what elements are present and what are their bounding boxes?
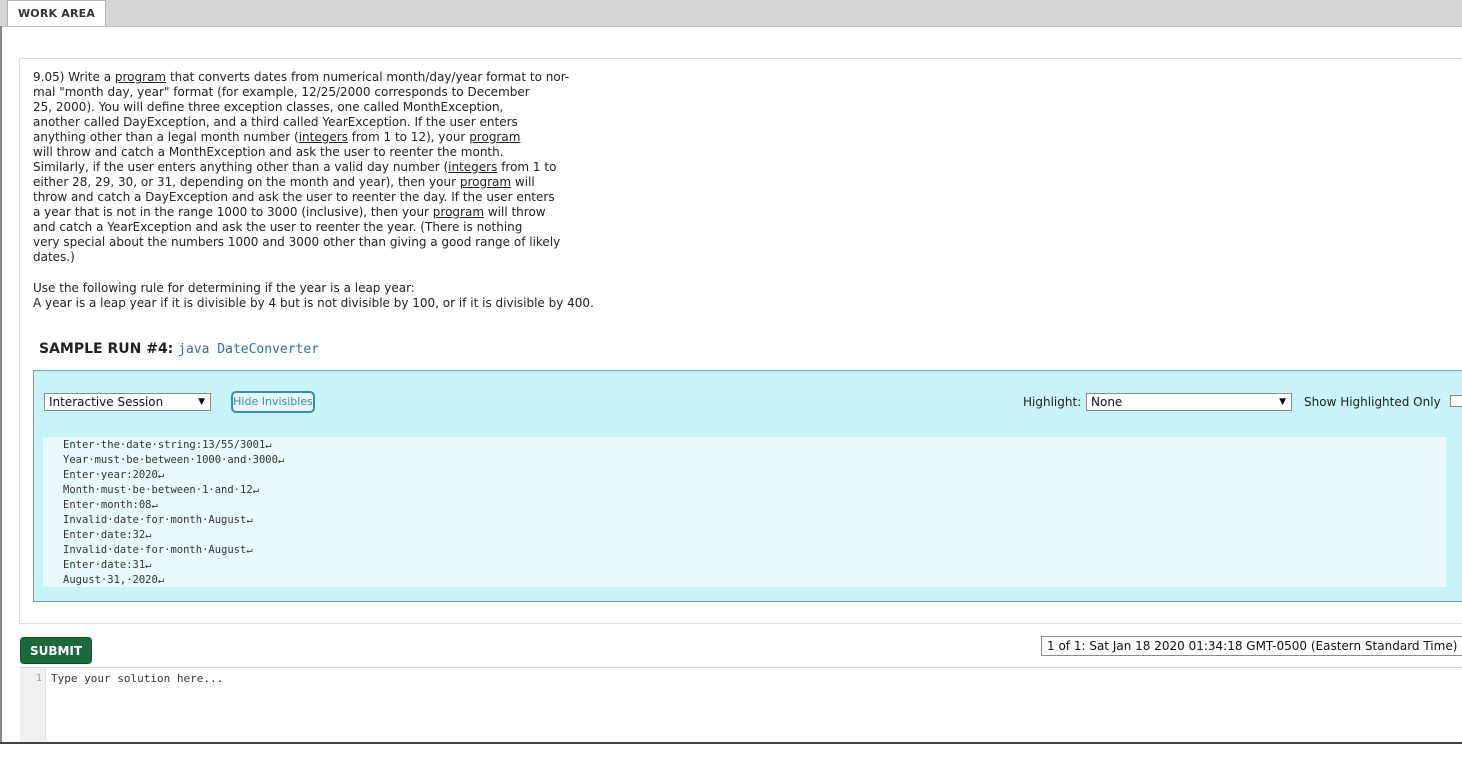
session-mode-value: Interactive Session: [49, 395, 163, 409]
hide-invisibles-button[interactable]: Hide Invisibles: [231, 391, 315, 413]
line-number: 1: [20, 673, 42, 684]
session-mode-select[interactable]: Interactive Session ▼: [44, 393, 211, 411]
problem-text: a year that is not in the range 1000 to …: [33, 205, 433, 219]
show-highlighted-label: Show Highlighted Only: [1304, 394, 1441, 410]
console-line: Month·must·be·between·1·and·12↵: [63, 484, 259, 496]
triangle-down-icon: ▼: [1279, 394, 1286, 410]
submit-button[interactable]: SUBMIT: [20, 637, 92, 664]
console-line: Invalid·date·for·month·August↵: [63, 514, 253, 526]
console-line: Year·must·be·between·1000·and·3000↵: [63, 454, 284, 466]
problem-text: from 1 to: [497, 160, 556, 174]
sample-run-heading: SAMPLE RUN #4: java DateConverter: [39, 341, 319, 357]
problem-text: 25, 2000). You will define three excepti…: [33, 100, 503, 114]
problem-text: very special about the numbers 1000 and …: [33, 235, 560, 249]
console-line: Enter·month:08↵: [63, 499, 158, 511]
console-line: Enter·the·date·string:13/55/3001↵: [63, 439, 272, 451]
problem-text: that converts dates from numerical month…: [166, 70, 569, 84]
problem-text: will throw and catch a MonthException an…: [33, 145, 504, 159]
sample-run-command: java DateConverter: [178, 342, 319, 357]
frame-bottom-border: [0, 742, 1462, 744]
console-line: Enter·date:32↵: [63, 529, 152, 541]
problem-text: another called DayException, and a third…: [33, 115, 518, 129]
leap-year-rule: Use the following rule for determining i…: [33, 281, 594, 311]
problem-text: throw and catch a DayException and ask t…: [33, 190, 555, 204]
rule-text: Use the following rule for determining i…: [33, 281, 415, 295]
program-link[interactable]: program: [469, 130, 520, 144]
problem-text: and catch a YearException and ask the us…: [33, 220, 522, 234]
highlight-select[interactable]: None ▼: [1086, 393, 1292, 411]
console-line: Enter·date:31↵: [63, 559, 152, 571]
problem-text: either 28, 29, 30, or 31, depending on t…: [33, 175, 460, 189]
highlight-value: None: [1091, 395, 1122, 409]
code-editor[interactable]: [20, 667, 1462, 743]
problem-statement: 9.05) Write a program that converts date…: [33, 70, 633, 265]
console-lines: Enter·the·date·string:13/55/3001↵ Year·m…: [63, 438, 284, 588]
problem-text: will: [511, 175, 535, 189]
show-highlighted-checkbox[interactable]: [1450, 395, 1462, 407]
problem-text: will throw: [484, 205, 546, 219]
sample-run-label: SAMPLE RUN #4:: [39, 341, 178, 357]
triangle-down-icon: ▼: [198, 394, 205, 410]
problem-text: anything other than a legal month number…: [33, 130, 299, 144]
console-line: Enter·year:2020↵: [63, 469, 164, 481]
problem-text: from 1 to 12), your: [348, 130, 469, 144]
rule-text: A year is a leap year if it is divisible…: [33, 296, 594, 310]
program-link[interactable]: program: [460, 175, 511, 189]
problem-text: Similarly, if the user enters anything o…: [33, 160, 448, 174]
integers-link[interactable]: integers: [299, 130, 348, 144]
submission-history-select[interactable]: 1 of 1: Sat Jan 18 2020 01:34:18 GMT-050…: [1041, 636, 1462, 656]
highlight-label: Highlight:: [1023, 394, 1081, 410]
problem-text: mal "month day, year" format (for exampl…: [33, 85, 530, 99]
editor-placeholder: Type your solution here...: [51, 672, 223, 685]
tab-work-area[interactable]: WORK AREA: [7, 0, 106, 26]
integers-link[interactable]: integers: [448, 160, 497, 174]
problem-text: dates.): [33, 250, 75, 264]
console-line: Invalid·date·for·month·August↵: [63, 544, 253, 556]
top-tab-bar: [0, 0, 1462, 27]
problem-text: 9.05) Write a: [33, 70, 115, 84]
program-link[interactable]: program: [433, 205, 484, 219]
program-link[interactable]: program: [115, 70, 166, 84]
console-line: August·31,·2020↵: [63, 574, 164, 586]
